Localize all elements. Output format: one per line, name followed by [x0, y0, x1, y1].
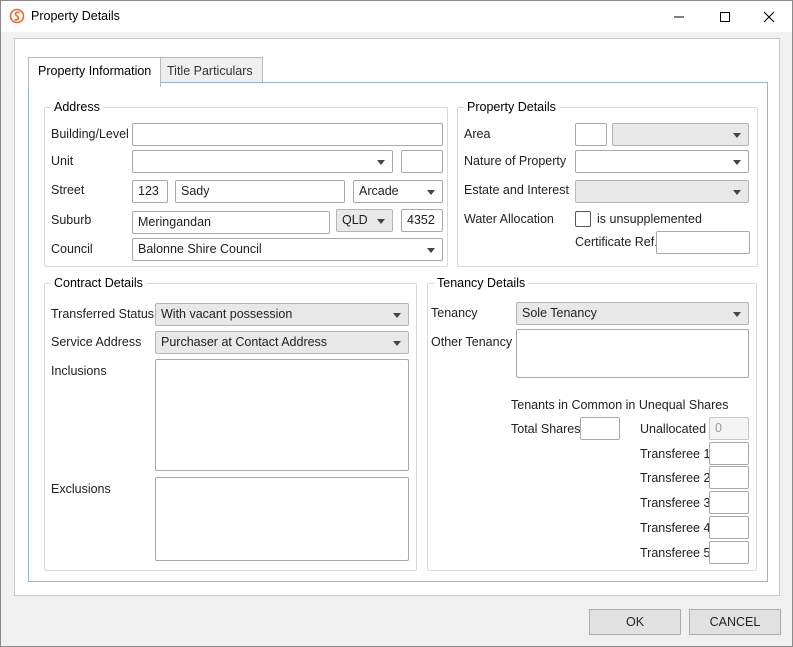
unsupplemented-label: is unsupplemented [597, 212, 702, 226]
address-group-title: Address [51, 100, 103, 114]
street-label: Street [51, 183, 85, 197]
exclusions-label: Exclusions [51, 482, 111, 496]
nature-of-property-label: Nature of Property [464, 154, 567, 168]
suburb-label: Suburb [51, 213, 92, 227]
transferee-4-label: Transferee 4 [640, 521, 711, 535]
unallocated-label: Unallocated [640, 422, 707, 436]
chevron-down-icon [733, 160, 741, 165]
chevron-down-icon [427, 190, 435, 195]
total-shares-label: Total Shares [511, 422, 581, 436]
chevron-down-icon [393, 313, 401, 318]
estate-interest-label: Estate and Interest [464, 183, 569, 197]
maximize-icon [720, 11, 730, 22]
unit-extra-input[interactable] [401, 150, 443, 173]
window-title: Property Details [31, 9, 120, 23]
street-number-input[interactable]: 123 [132, 180, 168, 203]
certificate-ref-label: Certificate Ref. [575, 235, 658, 249]
ok-button[interactable]: OK [589, 609, 681, 635]
exclusions-textarea[interactable] [155, 477, 409, 561]
cancel-button[interactable]: CANCEL [689, 609, 781, 635]
council-value: Balonne Shire Council [138, 242, 262, 256]
transferee-5-input[interactable] [709, 541, 749, 564]
state-value: QLD [342, 213, 368, 227]
close-button[interactable] [746, 1, 792, 32]
tenancy-details-group-title: Tenancy Details [434, 276, 529, 290]
transferred-status-label: Transferred Status [51, 307, 155, 321]
street-type-value: Arcade [359, 184, 399, 198]
postcode-input[interactable]: 4352 [401, 209, 443, 232]
transferee-1-label: Transferee 1 [640, 447, 711, 461]
property-details-group-title: Property Details [464, 100, 559, 114]
inclusions-label: Inclusions [51, 364, 107, 378]
area-unit-dropdown[interactable] [612, 123, 749, 146]
tenancy-dropdown[interactable]: Sole Tenancy [516, 302, 749, 325]
minimize-button[interactable] [656, 1, 702, 32]
tenancy-label: Tenancy [431, 306, 478, 320]
chevron-down-icon [377, 160, 385, 165]
title-bar: Property Details [1, 1, 792, 32]
transferee-2-input[interactable] [709, 466, 749, 489]
transferred-status-value: With vacant possession [161, 307, 293, 321]
building-input[interactable] [132, 123, 443, 146]
service-address-value: Purchaser at Contact Address [161, 335, 328, 349]
app-logo-icon [9, 8, 25, 24]
tab-title-particulars[interactable]: Title Particulars [157, 57, 263, 85]
chevron-down-icon [733, 312, 741, 317]
chevron-down-icon [427, 248, 435, 253]
estate-interest-dropdown[interactable] [575, 180, 749, 203]
transferee-5-label: Transferee 5 [640, 546, 711, 560]
chevron-down-icon [733, 133, 741, 138]
transferee-3-label: Transferee 3 [640, 496, 711, 510]
total-shares-input[interactable] [580, 417, 620, 440]
council-label: Council [51, 242, 93, 256]
nature-of-property-dropdown[interactable] [575, 150, 749, 173]
unit-label: Unit [51, 154, 74, 168]
close-icon [763, 11, 775, 22]
unit-dropdown[interactable] [132, 150, 393, 173]
chevron-down-icon [733, 190, 741, 195]
certificate-ref-input[interactable] [656, 231, 750, 254]
transferred-status-dropdown[interactable]: With vacant possession [155, 303, 409, 326]
minimize-icon [674, 16, 684, 17]
service-address-label: Service Address [51, 335, 142, 349]
council-dropdown[interactable]: Balonne Shire Council [132, 238, 443, 261]
chevron-down-icon [393, 341, 401, 346]
tenants-in-common-label: Tenants in Common in Unequal Shares [511, 398, 729, 412]
chevron-down-icon [377, 219, 385, 224]
property-details-dialog: Property Details Property Information Ti… [0, 0, 793, 647]
street-type-dropdown[interactable]: Arcade [353, 180, 443, 203]
tenancy-value: Sole Tenancy [522, 306, 597, 320]
inclusions-textarea[interactable] [155, 359, 409, 471]
building-label: Building/Level [51, 127, 129, 141]
water-allocation-label: Water Allocation [464, 212, 554, 226]
street-name-input[interactable]: Sady [175, 180, 345, 203]
transferee-3-input[interactable] [709, 491, 749, 514]
transferee-4-input[interactable] [709, 516, 749, 539]
other-tenancy-label: Other Tenancy [431, 335, 513, 349]
contract-details-group-title: Contract Details [51, 276, 146, 290]
suburb-input[interactable]: Meringandan [132, 211, 330, 234]
area-input[interactable] [575, 123, 607, 146]
unallocated-input: 0 [709, 417, 749, 440]
tab-property-information[interactable]: Property Information [28, 57, 162, 87]
state-dropdown[interactable]: QLD [336, 209, 393, 232]
transferee-1-input[interactable] [709, 442, 749, 465]
maximize-button[interactable] [702, 1, 748, 32]
transferee-2-label: Transferee 2 [640, 471, 711, 485]
service-address-dropdown[interactable]: Purchaser at Contact Address [155, 331, 409, 354]
area-label: Area [464, 127, 491, 141]
unsupplemented-checkbox[interactable] [575, 211, 591, 227]
other-tenancy-textarea[interactable] [516, 329, 749, 378]
